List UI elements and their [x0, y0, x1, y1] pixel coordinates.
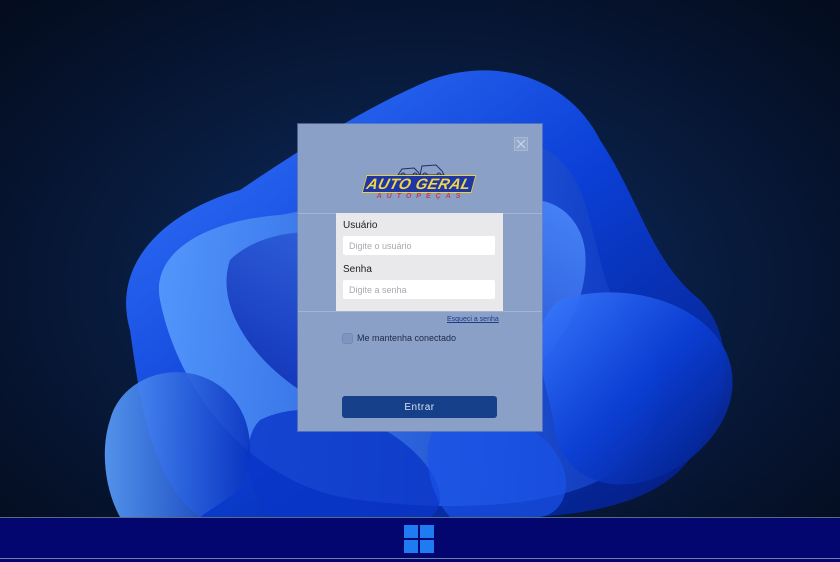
remember-me-label: Me mantenha conectado: [357, 333, 457, 343]
close-button[interactable]: [514, 137, 528, 151]
username-label: Usuário: [343, 220, 378, 231]
logo-tagline: AUTOPEÇAS: [376, 193, 466, 200]
forgot-password-link[interactable]: Esqueci a senha: [447, 316, 499, 323]
credentials-panel: Usuário Senha: [336, 213, 503, 311]
close-icon: [516, 139, 526, 149]
divider-bottom: [298, 311, 542, 312]
taskbar-bottom-line: [0, 558, 840, 559]
taskbar: [0, 517, 840, 562]
remember-me-checkbox[interactable]: [342, 333, 353, 344]
start-button[interactable]: [404, 525, 435, 555]
password-label: Senha: [343, 264, 372, 275]
username-input[interactable]: [343, 236, 495, 255]
password-input[interactable]: [343, 280, 495, 299]
auto-geral-logo: AUTO GERAL AUTOPEÇAS: [360, 160, 480, 202]
logo-brand: AUTO GERAL: [361, 175, 477, 193]
login-dialog: AUTO GERAL AUTOPEÇAS Usuário Senha Esque…: [298, 124, 542, 431]
login-button[interactable]: Entrar: [342, 396, 497, 418]
